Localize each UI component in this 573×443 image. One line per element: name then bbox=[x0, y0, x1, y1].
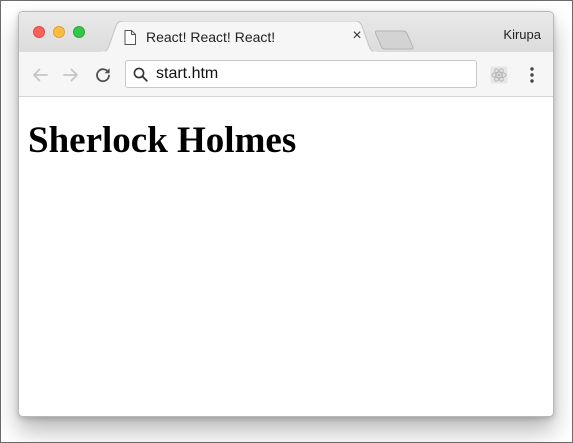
back-arrow-icon[interactable] bbox=[31, 66, 49, 84]
new-tab-button[interactable] bbox=[375, 30, 415, 50]
page-content: Sherlock Holmes bbox=[19, 97, 553, 416]
profile-name[interactable]: Kirupa bbox=[503, 27, 541, 42]
react-extension-icon[interactable] bbox=[490, 66, 508, 84]
close-window-button[interactable] bbox=[33, 26, 45, 38]
reload-icon[interactable] bbox=[94, 66, 112, 84]
url-text[interactable]: start.htm bbox=[156, 65, 218, 83]
forward-arrow-icon[interactable] bbox=[62, 66, 80, 84]
kebab-menu-icon[interactable] bbox=[527, 66, 537, 84]
minimize-window-button[interactable] bbox=[53, 26, 65, 38]
search-icon bbox=[133, 67, 148, 82]
title-bar: React! React! React! × Kirupa bbox=[19, 12, 553, 53]
close-icon[interactable]: × bbox=[350, 28, 364, 44]
address-bar[interactable]: start.htm bbox=[125, 60, 477, 88]
browser-window: React! React! React! × Kirupa start.htm … bbox=[18, 11, 554, 417]
toolbar: start.htm bbox=[19, 52, 553, 97]
tab-title: React! React! React! bbox=[146, 29, 276, 45]
active-tab[interactable]: React! React! React! × bbox=[121, 21, 367, 52]
document-icon bbox=[124, 30, 136, 45]
page-heading: Sherlock Holmes bbox=[28, 120, 297, 161]
zoom-window-button[interactable] bbox=[73, 26, 85, 38]
